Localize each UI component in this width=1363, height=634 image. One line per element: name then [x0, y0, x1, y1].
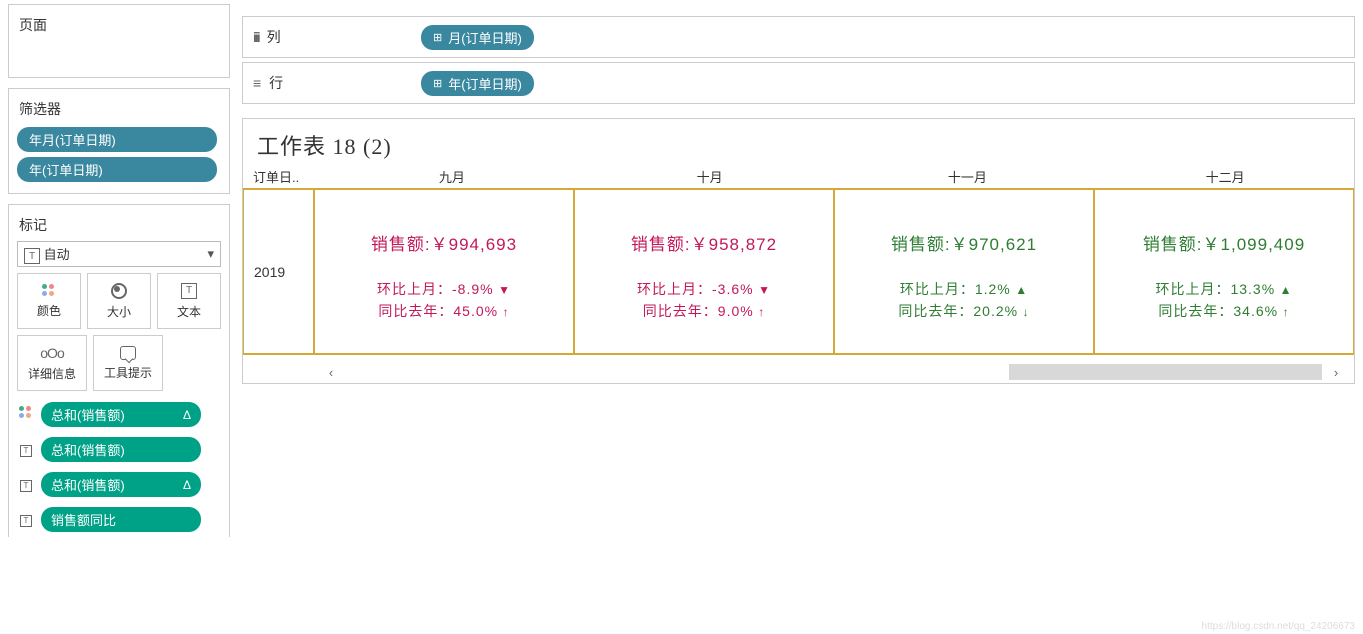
mom-value: 环比上月：-8.9% ▼	[325, 279, 563, 301]
marks-tooltip-button[interactable]: 工具提示	[93, 335, 163, 391]
mom-value: 环比上月：1.2% ▲	[845, 279, 1083, 301]
yoy-value: 同比去年：20.2% ↓	[845, 301, 1083, 323]
size-icon	[111, 283, 127, 299]
sales-value: 销售额:￥994,693	[325, 230, 563, 255]
color-mark-icon	[19, 406, 33, 420]
tooltip-icon	[120, 346, 136, 360]
marks-row-yoy[interactable]: T 销售额同比	[17, 502, 221, 537]
pages-title: 页面	[17, 13, 221, 41]
marks-row-sum-sales-text1[interactable]: T 总和(销售额)	[17, 432, 221, 467]
horizontal-scrollbar[interactable]: ‹ ›	[243, 361, 1354, 383]
row-header-label: 订单日..	[253, 167, 323, 186]
rows-pill[interactable]: ⊞年(订单日期)	[421, 71, 534, 96]
col-header-oct: 十月	[581, 167, 839, 186]
text-mark-icon: T	[20, 515, 32, 527]
rows-icon: ≡	[253, 75, 261, 91]
yoy-value: 同比去年：34.6% ↑	[1105, 301, 1343, 323]
marks-title: 标记	[17, 213, 221, 241]
up-triangle-icon: ▲	[1280, 283, 1293, 297]
marks-color-button[interactable]: 颜色	[17, 273, 81, 329]
columns-shelf[interactable]: iii列 ⊞月(订单日期)	[242, 16, 1355, 58]
dropdown-icon: ▾	[207, 246, 214, 262]
cell-dec[interactable]: 销售额:￥1,099,409 环比上月：13.3% ▲ 同比去年：34.6% ↑	[1093, 190, 1353, 353]
filter-pill-year[interactable]: 年(订单日期)	[17, 157, 217, 182]
rows-shelf[interactable]: ≡行 ⊞年(订单日期)	[242, 62, 1355, 104]
cell-nov[interactable]: 销售额:￥970,621 环比上月：1.2% ▲ 同比去年：20.2% ↓	[833, 190, 1093, 353]
text-icon: T	[181, 283, 197, 299]
col-header-sep: 九月	[323, 167, 581, 186]
expand-icon: ⊞	[433, 77, 442, 90]
detail-icon: oOo	[40, 345, 63, 361]
watermark: https://blog.csdn.net/qq_24206673	[1202, 621, 1355, 632]
sales-value: 销售额:￥1,099,409	[1105, 230, 1343, 255]
filters-panel: 筛选器 年月(订单日期) 年(订单日期)	[8, 88, 230, 194]
viz-row-2019: 2019 销售额:￥994,693 环比上月：-8.9% ▼ 同比去年：45.0…	[243, 188, 1354, 355]
marks-panel: 标记 T 自动 ▾ 颜色 大小 T 文本	[8, 204, 230, 537]
viz-canvas: 工作表 18 (2) 订单日.. 九月 十月 十一月 十二月 2019 销售额:…	[242, 118, 1355, 384]
down-triangle-icon: ▼	[758, 283, 771, 297]
color-icon	[42, 284, 56, 298]
cell-sep[interactable]: 销售额:￥994,693 环比上月：-8.9% ▼ 同比去年：45.0% ↑	[313, 190, 573, 353]
text-mark-icon: T	[20, 445, 32, 457]
scroll-track[interactable]	[345, 364, 1322, 380]
mom-value: 环比上月：-3.6% ▼	[585, 279, 823, 301]
up-triangle-icon: ▲	[1015, 283, 1028, 297]
row-label-year: 2019	[243, 190, 313, 353]
expand-icon: ⊞	[433, 31, 442, 44]
auto-mark-icon: T	[24, 248, 40, 264]
viz-header: 订单日.. 九月 十月 十一月 十二月	[243, 167, 1354, 188]
columns-icon: iii	[253, 29, 259, 45]
columns-pill[interactable]: ⊞月(订单日期)	[421, 25, 534, 50]
marks-size-button[interactable]: 大小	[87, 273, 151, 329]
col-header-nov: 十一月	[839, 167, 1097, 186]
up-arrow-icon: ↑	[758, 305, 765, 319]
filter-pill-year-month[interactable]: 年月(订单日期)	[17, 127, 217, 152]
yoy-value: 同比去年：45.0% ↑	[325, 301, 563, 323]
scroll-thumb[interactable]	[1009, 364, 1322, 380]
marks-row-sum-sales-color[interactable]: 总和(销售额)Δ	[17, 397, 221, 432]
marks-detail-button[interactable]: oOo 详细信息	[17, 335, 87, 391]
sales-value: 销售额:￥958,872	[585, 230, 823, 255]
pages-panel: 页面	[8, 4, 230, 78]
scroll-right-icon[interactable]: ›	[1326, 365, 1346, 380]
cell-oct[interactable]: 销售额:￥958,872 环比上月：-3.6% ▼ 同比去年：9.0% ↑	[573, 190, 833, 353]
up-arrow-icon: ↑	[1283, 305, 1290, 319]
scroll-left-icon[interactable]: ‹	[321, 365, 341, 380]
marks-text-button[interactable]: T 文本	[157, 273, 221, 329]
mom-value: 环比上月：13.3% ▲	[1105, 279, 1343, 301]
text-mark-icon: T	[20, 480, 32, 492]
up-arrow-icon: ↑	[503, 305, 510, 319]
down-triangle-icon: ▼	[498, 283, 511, 297]
sales-value: 销售额:￥970,621	[845, 230, 1083, 255]
col-header-dec: 十二月	[1096, 167, 1354, 186]
down-arrow-icon: ↓	[1023, 305, 1030, 319]
marks-type-select[interactable]: T 自动 ▾	[17, 241, 221, 267]
filters-title: 筛选器	[17, 97, 221, 125]
yoy-value: 同比去年：9.0% ↑	[585, 301, 823, 323]
sheet-title[interactable]: 工作表 18 (2)	[243, 119, 1354, 167]
marks-row-sum-sales-text2[interactable]: T 总和(销售额)Δ	[17, 467, 221, 502]
